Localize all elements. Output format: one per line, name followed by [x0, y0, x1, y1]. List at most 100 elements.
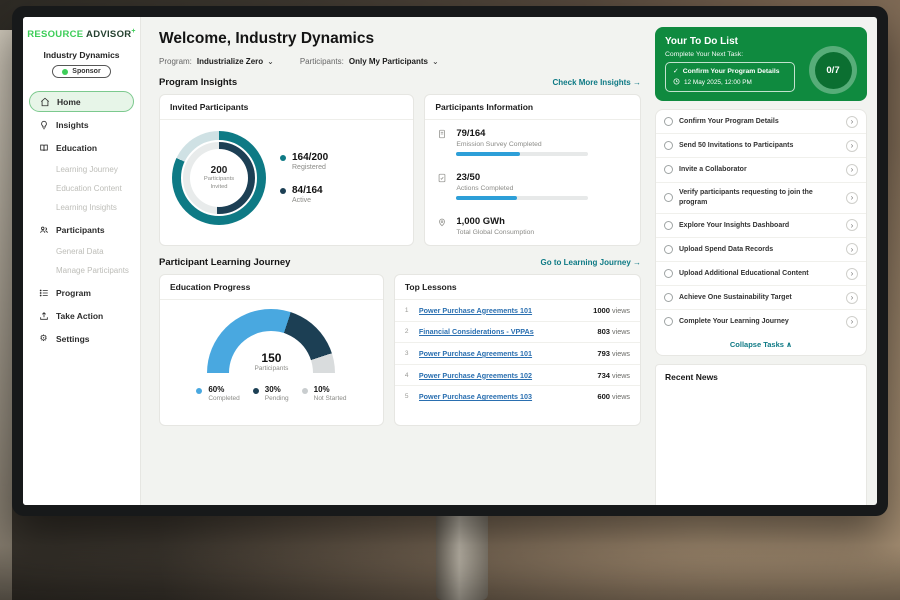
sidebar-item-learning-journey[interactable]: Learning Journey — [23, 160, 140, 179]
stat-actions-completed: 23/50 Actions Completed — [425, 164, 640, 208]
active-value: 84/164 — [292, 185, 323, 196]
sidebar-item-label: Settings — [56, 334, 90, 344]
actions-completed-label: Actions Completed — [456, 185, 588, 192]
task-checkbox[interactable] — [664, 193, 673, 202]
participants-filter-dropdown[interactable]: Participants: Only My Participants ⌄ — [300, 57, 439, 66]
task-row[interactable]: Invite a Collaborator› — [656, 158, 866, 182]
education-icon — [38, 142, 49, 153]
chevron-right-icon[interactable]: › — [846, 292, 858, 304]
lesson-views-label: views — [612, 371, 630, 380]
lesson-views-value: 803 — [597, 327, 610, 336]
check-more-insights-link[interactable]: Check More Insights → — [553, 78, 641, 87]
lesson-views-label: views — [612, 349, 630, 358]
invited-center-value: 200 — [211, 165, 228, 176]
chevron-right-icon[interactable]: › — [846, 192, 858, 204]
lesson-rank: 2 — [405, 328, 412, 335]
chevron-right-icon[interactable]: › — [846, 140, 858, 152]
invited-participants-title: Invited Participants — [160, 95, 413, 120]
program-insights-title: Program Insights — [159, 77, 237, 88]
registered-dot-icon — [280, 155, 286, 161]
go-to-learning-journey-label: Go to Learning Journey — [541, 258, 631, 267]
desk-shadow — [0, 545, 900, 600]
emission-survey-progress-fill — [456, 152, 519, 156]
task-checkbox[interactable] — [664, 221, 673, 230]
sidebar-item-learning-insights[interactable]: Learning Insights — [23, 198, 140, 217]
education-progress-gauge: 150 Participants — [207, 309, 335, 373]
lesson-link[interactable]: Power Purchase Agreements 102 — [419, 371, 590, 380]
logo-primary: RESOURCE — [27, 29, 83, 40]
sidebar-item-general-data[interactable]: General Data — [23, 242, 140, 261]
task-row[interactable]: Upload Spend Data Records › — [656, 238, 866, 262]
chevron-right-icon[interactable]: › — [846, 243, 858, 255]
dashboard-screen: RESOURCE ADVISOR+ Industry Dynamics Spon… — [23, 17, 877, 505]
task-checkbox[interactable] — [664, 165, 673, 174]
task-checkbox[interactable] — [664, 245, 673, 254]
sidebar-item-participants[interactable]: Participants — [29, 219, 134, 240]
task-row[interactable]: Complete Your Learning Journey› — [656, 310, 866, 333]
sidebar-item-manage-participants[interactable]: Manage Participants — [23, 261, 140, 280]
actions-progress-track — [456, 196, 588, 200]
clock-icon — [673, 78, 680, 87]
sidebar-item-settings[interactable]: ⚙ Settings — [29, 328, 134, 349]
task-checkbox[interactable] — [664, 269, 673, 278]
task-row[interactable]: Explore Your Insights Dashboard› — [656, 214, 866, 238]
org-name: Industry Dynamics — [23, 50, 140, 60]
go-to-learning-journey-link[interactable]: Go to Learning Journey → — [541, 258, 641, 267]
task-checkbox[interactable] — [664, 293, 673, 302]
sidebar-subitem-label: Education Content — [56, 184, 122, 193]
insights-icon — [38, 119, 49, 130]
sidebar-item-take-action[interactable]: Take Action — [29, 305, 134, 326]
top-lessons-title: Top Lessons — [395, 275, 640, 300]
legend-active: 84/164Active — [280, 185, 328, 204]
lesson-link[interactable]: Power Purchase Agreements 103 — [419, 392, 590, 401]
task-label: Upload Spend Data Records — [679, 245, 840, 254]
task-row[interactable]: Send 50 Invitations to Participants› — [656, 134, 866, 158]
sidebar-item-education-content[interactable]: Education Content — [23, 179, 140, 198]
todo-panel: Your To Do List Complete Your Next Task:… — [653, 17, 877, 505]
task-row[interactable]: Achieve One Sustainability Target› — [656, 286, 866, 310]
task-checkbox[interactable] — [664, 141, 673, 150]
program-filter-dropdown[interactable]: Program: Industrialize Zero ⌄ — [159, 57, 274, 66]
task-checkbox[interactable] — [664, 317, 673, 326]
task-row[interactable]: Confirm Your Program Details› — [656, 110, 866, 134]
sidebar-item-education[interactable]: Education — [29, 137, 134, 158]
sidebar-subitem-label: Learning Insights — [56, 203, 117, 212]
chevron-up-icon: ∧ — [786, 340, 792, 349]
program-filter-value: Industrialize Zero — [197, 57, 263, 66]
sidebar-item-program[interactable]: Program — [29, 282, 134, 303]
lesson-link[interactable]: Power Purchase Agreements 101 — [419, 349, 590, 358]
chevron-right-icon[interactable]: › — [846, 164, 858, 176]
stat-emission-survey: 79/164 Emission Survey Completed — [425, 120, 640, 164]
sidebar-item-label: Insights — [56, 120, 89, 130]
chevron-right-icon[interactable]: › — [846, 316, 858, 328]
collapse-tasks-link[interactable]: Collapse Tasks ∧ — [656, 334, 866, 355]
emission-survey-label: Emission Survey Completed — [456, 141, 588, 148]
gauge-center: 150 Participants — [207, 351, 335, 372]
lesson-link[interactable]: Financial Considerations - VPPAs — [419, 327, 590, 336]
lesson-link[interactable]: Power Purchase Agreements 101 — [419, 306, 586, 315]
legend-completed: 60%Completed — [196, 385, 239, 402]
sidebar-item-label: Participants — [56, 225, 105, 235]
todo-task-list: Confirm Your Program Details› Send 50 In… — [655, 109, 867, 356]
take-action-icon — [38, 310, 49, 321]
active-label: Active — [292, 197, 323, 204]
not-started-dot-icon — [302, 388, 308, 394]
check-icon: ✓ — [673, 67, 679, 75]
sponsor-badge[interactable]: Sponsor — [52, 65, 110, 78]
sidebar-item-insights[interactable]: Insights — [29, 114, 134, 135]
chevron-down-icon: ⌄ — [432, 57, 439, 66]
task-checkbox[interactable] — [664, 117, 673, 126]
lesson-row: 5 Power Purchase Agreements 103 600 view… — [395, 386, 640, 407]
todo-progress-value: 0/7 — [815, 52, 852, 89]
chevron-right-icon[interactable]: › — [846, 116, 858, 128]
program-icon — [38, 287, 49, 298]
chevron-right-icon[interactable]: › — [846, 219, 858, 231]
next-task-card[interactable]: ✓Confirm Your Program Details 12 May 202… — [665, 62, 795, 92]
sidebar-item-home[interactable]: Home — [29, 91, 134, 112]
task-row[interactable]: Upload Additional Educational Content› — [656, 262, 866, 286]
settings-gear-icon: ⚙ — [38, 333, 49, 344]
logo-plus: + — [131, 28, 135, 35]
task-row[interactable]: Verify participants requesting to join t… — [656, 183, 866, 214]
global-consumption-label: Total Global Consumption — [456, 229, 534, 236]
chevron-right-icon[interactable]: › — [846, 268, 858, 280]
